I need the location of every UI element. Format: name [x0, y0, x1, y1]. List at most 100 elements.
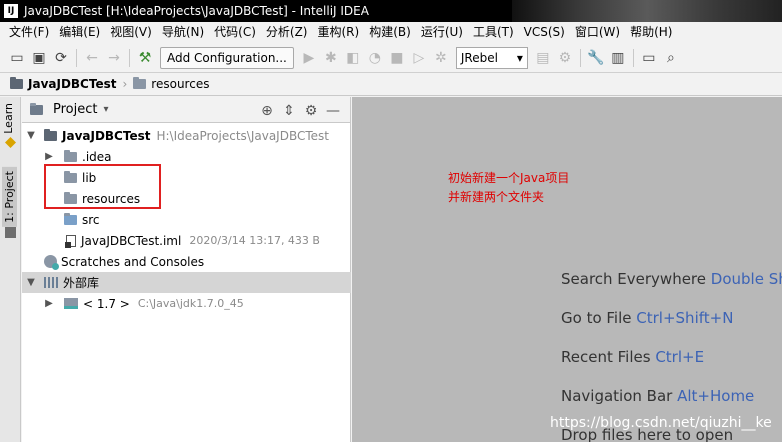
toolbar-separator: [129, 49, 130, 67]
menu-analyze[interactable]: 分析(Z): [261, 22, 313, 42]
project-panel: Project ▾ ⊕ ⇕ ⚙ — ▼ JavaJDBCTest H:\Idea…: [22, 97, 351, 442]
highlight-box: [44, 164, 161, 209]
folder-icon: [10, 77, 23, 89]
menu-navigate[interactable]: 导航(N): [157, 22, 209, 42]
chevron-right-icon[interactable]: ▶: [42, 151, 56, 162]
add-configuration-button[interactable]: Add Configuration...: [160, 47, 294, 69]
breadcrumb-label: JavaJDBCTest: [28, 77, 117, 91]
tree-item-label: src: [82, 212, 100, 227]
update-icon[interactable]: ▤: [532, 47, 554, 69]
menu-help[interactable]: 帮助(H): [625, 22, 677, 42]
terminal-icon[interactable]: ▭: [638, 47, 660, 69]
build-hammer-icon[interactable]: ⚒: [134, 47, 156, 69]
tree-item-label: 外部库: [63, 276, 100, 290]
collapse-all-icon[interactable]: ⇕: [278, 100, 300, 122]
annotation-line-1: 初始新建一个Java项目: [448, 171, 570, 185]
tree-item-label: JavaJDBCTest.iml: [81, 233, 182, 248]
gear-icon[interactable]: ⚙: [300, 100, 322, 122]
forward-arrow-icon[interactable]: →: [103, 47, 125, 69]
back-arrow-icon[interactable]: ←: [81, 47, 103, 69]
jrebel-debug-icon[interactable]: ✲: [430, 47, 452, 69]
locate-target-icon[interactable]: ⊕: [256, 100, 278, 122]
chevron-down-icon[interactable]: ▼: [24, 130, 38, 141]
coverage-icon[interactable]: ◧: [342, 47, 364, 69]
hint-text: Search Everywhere: [561, 270, 706, 288]
menu-window[interactable]: 窗口(W): [570, 22, 625, 42]
stop-icon[interactable]: ■: [386, 47, 408, 69]
menu-vcs[interactable]: VCS(S): [519, 22, 570, 42]
project-structure-icon[interactable]: ▥: [607, 47, 629, 69]
jdk-path: C:\Java\jdk1.7.0_45: [137, 297, 244, 310]
hint-text: Go to File: [561, 309, 632, 327]
tree-item-external-libraries[interactable]: ▼ 外部库: [22, 272, 351, 293]
iml-file-icon: [65, 234, 76, 248]
search-icon[interactable]: ⌕: [660, 47, 682, 69]
breadcrumb-item-project[interactable]: JavaJDBCTest: [10, 77, 116, 91]
breadcrumb-item-resources[interactable]: resources: [133, 77, 209, 91]
sync-icon[interactable]: ⟳: [50, 47, 72, 69]
minimize-icon[interactable]: —: [322, 100, 344, 122]
hint-navigation-bar: Navigation Bar Alt+Home: [561, 387, 754, 405]
breadcrumb-label: resources: [151, 77, 210, 91]
save-all-icon[interactable]: ▣: [28, 47, 50, 69]
learn-tab[interactable]: Learn: [2, 103, 15, 134]
tree-item-project-root[interactable]: ▼ JavaJDBCTest H:\IdeaProjects\JavaJDBCT…: [22, 125, 351, 146]
debug-icon[interactable]: ✱: [320, 47, 342, 69]
annotation-line-2: 并新建两个文件夹: [448, 190, 545, 204]
iml-file-meta: 2020/3/14 13:17, 433 B: [189, 234, 320, 247]
hint-recent-files: Recent Files Ctrl+E: [561, 348, 704, 366]
deploy-icon[interactable]: ⚙: [554, 47, 576, 69]
project-view-selector[interactable]: Project: [53, 102, 97, 117]
breadcrumb: JavaJDBCTest › resources: [0, 72, 782, 96]
hint-search-everywhere: Search Everywhere Double Sh: [561, 270, 782, 288]
jdk-icon: [64, 298, 78, 309]
hint-go-to-file: Go to File Ctrl+Shift+N: [561, 309, 733, 327]
source-folder-icon: [64, 212, 77, 225]
window-title: JavaJDBCTest [H:\IdeaProjects\JavaJDBCTe…: [24, 4, 369, 18]
watermark: https://blog.csdn.net/qiuzhi__ke: [550, 415, 772, 431]
toolbar-separator: [632, 49, 634, 67]
menu-view[interactable]: 视图(V): [105, 22, 157, 42]
jrebel-dropdown[interactable]: JRebel ▾: [455, 47, 528, 69]
hint-shortcut: Double Sh: [710, 270, 782, 288]
hint-text: Recent Files: [561, 348, 651, 366]
profile-icon[interactable]: ◔: [364, 47, 386, 69]
menu-run[interactable]: 运行(U): [416, 22, 468, 42]
run-icon[interactable]: ▶: [298, 47, 320, 69]
menu-file[interactable]: 文件(F): [4, 22, 54, 42]
main-toolbar: ▭ ▣ ⟳ ← → ⚒ Add Configuration... ▶ ✱ ◧ ◔…: [0, 44, 782, 72]
tree-item-scratches[interactable]: Scratches and Consoles: [22, 251, 351, 272]
tree-item-label: < 1.7 >: [83, 296, 130, 311]
tree-item-jdk[interactable]: ▶ < 1.7 > C:\Java\jdk1.7.0_45: [22, 293, 351, 314]
menu-edit[interactable]: 编辑(E): [54, 22, 105, 42]
hint-text: Navigation Bar: [561, 387, 673, 405]
project-tab-icon: [5, 227, 16, 238]
editor-empty-area[interactable]: 初始新建一个Java项目 并新建两个文件夹 Search Everywhere …: [352, 97, 782, 442]
project-root-path: H:\IdeaProjects\JavaJDBCTest: [156, 128, 329, 143]
left-tool-stripe: Learn 1: Project: [0, 97, 21, 442]
menu-build[interactable]: 构建(B): [364, 22, 416, 42]
breadcrumb-separator: ›: [122, 77, 128, 91]
tree-item-src[interactable]: src: [22, 209, 351, 230]
jrebel-run-icon[interactable]: ▷: [408, 47, 430, 69]
chevron-down-icon[interactable]: ▼: [24, 277, 38, 288]
wrench-icon[interactable]: 🔧: [585, 47, 607, 69]
hint-shortcut: Ctrl+E: [655, 348, 705, 366]
library-icon: [44, 277, 58, 288]
toolbar-separator: [579, 49, 581, 67]
title-bar-blurred-region: [512, 0, 782, 22]
tree-item-iml[interactable]: JavaJDBCTest.iml 2020/3/14 13:17, 433 B: [22, 230, 351, 251]
menu-code[interactable]: 代码(C): [209, 22, 261, 42]
chevron-right-icon[interactable]: ▶: [42, 298, 56, 309]
learn-icon: [5, 137, 16, 148]
open-folder-icon[interactable]: ▭: [6, 47, 28, 69]
project-tab[interactable]: 1: Project: [2, 167, 17, 227]
hint-shortcut: Ctrl+Shift+N: [636, 309, 734, 327]
project-root-name: JavaJDBCTest: [62, 128, 151, 143]
project-view-icon: [30, 102, 43, 115]
chevron-down-icon[interactable]: ▾: [103, 104, 108, 115]
menu-refactor[interactable]: 重构(R): [313, 22, 365, 42]
menu-tools[interactable]: 工具(T): [468, 22, 519, 42]
tree-item-label: .idea: [82, 149, 112, 164]
jrebel-label: JRebel: [460, 51, 498, 65]
